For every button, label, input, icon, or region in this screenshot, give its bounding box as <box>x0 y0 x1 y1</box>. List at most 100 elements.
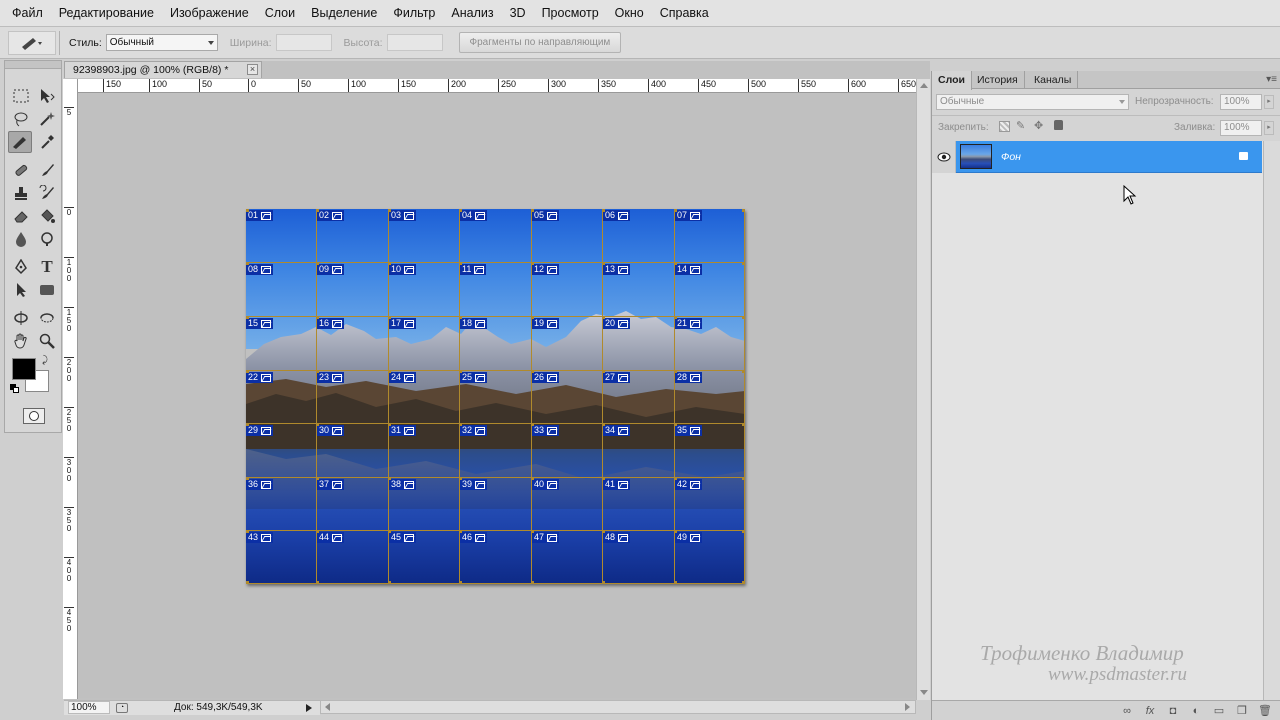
scroll-right-icon[interactable] <box>905 703 910 711</box>
ruler-tick-label: 300 <box>548 79 566 92</box>
horizontal-ruler[interactable]: 150 100 50 0 50 100 150 200 250 300 350 400 450 500 55… <box>78 79 916 93</box>
status-info-icon[interactable]: ◔ <box>116 703 128 713</box>
menu-item-4[interactable]: Выделение <box>303 6 385 20</box>
menu-item-2[interactable]: Изображение <box>162 6 257 20</box>
toolbox-grip[interactable] <box>5 61 61 69</box>
magic-wand-icon[interactable] <box>35 108 59 130</box>
link-layers-icon[interactable]: ∞ <box>1119 705 1135 717</box>
document-image[interactable]: 01 02 03 04 05 06 07 08 09 10 11 12 13 14 15 16 17 18 19 20… <box>246 209 745 584</box>
path-selection-icon[interactable] <box>9 279 33 301</box>
menu-item-1[interactable]: Редактирование <box>51 6 162 20</box>
ruler-tick-label: 150 <box>398 79 416 92</box>
slice-handle <box>388 423 391 426</box>
slice-handle <box>531 530 534 533</box>
slice-handle <box>316 316 319 319</box>
opacity-arrow-icon[interactable]: ▸ <box>1264 95 1274 109</box>
menu-item-9[interactable]: Окно <box>607 6 652 20</box>
paint-bucket-icon[interactable] <box>35 205 59 227</box>
slice-handle <box>602 477 605 480</box>
new-layer-icon[interactable]: ❐ <box>1234 704 1250 717</box>
vertical-scrollbar[interactable] <box>916 79 930 700</box>
menu-item-7[interactable]: 3D <box>502 6 534 20</box>
menu-item-0[interactable]: Файл <box>4 6 51 20</box>
history-brush-icon[interactable] <box>35 182 59 204</box>
layer-name: Фон <box>1001 151 1021 163</box>
tab-channels[interactable]: Каналы <box>1028 71 1079 89</box>
slice-handle <box>742 370 745 373</box>
dodge-tool-icon[interactable] <box>35 228 59 250</box>
toolbox: T ⤸ <box>4 60 62 433</box>
pen-tool-icon[interactable] <box>9 256 33 278</box>
move-tool-icon[interactable] <box>35 85 59 107</box>
slice-handle <box>674 262 677 265</box>
zoom-level[interactable]: 100% <box>68 701 110 714</box>
eraser-icon[interactable] <box>9 205 33 227</box>
healing-brush-icon[interactable] <box>9 159 33 181</box>
menu-item-3[interactable]: Слои <box>257 6 303 20</box>
vertical-ruler[interactable]: 5 0 1 0 0 1 5 0 2 0 0 2 5 0 3 0 0 3 5 0 4 0 0 4 5… <box>63 79 78 699</box>
panel-scrollbar[interactable] <box>1263 141 1280 701</box>
status-bar: 100% ◔ Док: 549,3K/549,3K <box>64 700 320 715</box>
delete-layer-icon[interactable]: 🗑 <box>1257 704 1273 717</box>
lock-position-icon[interactable]: ✥ <box>1034 119 1043 132</box>
marquee-tool-icon[interactable] <box>9 85 33 107</box>
style-select[interactable]: Обычный <box>105 34 218 51</box>
panel-menu-icon[interactable]: ▾≡ <box>1266 74 1277 85</box>
slice-grid: 01 02 03 04 05 06 07 08 09 10 11 12 13 14 15 16 17 18 19 20… <box>246 209 745 584</box>
close-document-icon[interactable]: × <box>247 64 258 75</box>
lock-transparent-icon[interactable] <box>999 121 1010 132</box>
menu-item-6[interactable]: Анализ <box>443 6 501 20</box>
brush-tool-icon[interactable] <box>35 159 59 181</box>
slice-handle <box>459 477 462 480</box>
fill-arrow-icon[interactable]: ▸ <box>1264 121 1274 135</box>
lasso-tool-icon[interactable] <box>9 108 33 130</box>
menu-item-10[interactable]: Справка <box>652 6 717 20</box>
slice-handle <box>602 209 605 212</box>
new-group-icon[interactable]: ▭ <box>1211 704 1227 717</box>
clone-stamp-icon[interactable] <box>9 182 33 204</box>
layer-mask-icon[interactable]: ◘ <box>1165 705 1181 717</box>
eyedropper-icon[interactable] <box>35 131 59 153</box>
lock-all-icon[interactable] <box>1054 120 1063 130</box>
default-colors-icon[interactable] <box>10 384 20 393</box>
menu-item-8[interactable]: Просмотр <box>534 6 607 20</box>
layer-style-icon[interactable]: fx <box>1142 705 1158 717</box>
document-tab[interactable]: 92398903.jpg @ 100% (RGB/8) * × <box>64 61 262 78</box>
adjustment-layer-icon[interactable]: ◐ <box>1188 705 1204 717</box>
type-tool-icon[interactable]: T <box>35 256 59 278</box>
slice-handle <box>531 370 534 373</box>
3d-rotate-icon[interactable] <box>9 307 33 329</box>
tab-history[interactable]: История <box>971 71 1025 89</box>
fill-input[interactable]: 100% <box>1220 120 1262 136</box>
quick-mask-icon[interactable] <box>23 408 45 424</box>
slices-from-guides-button[interactable]: Фрагменты по направляющим <box>458 32 622 53</box>
hand-tool-icon[interactable] <box>9 330 33 352</box>
menu-item-5[interactable]: Фильтр <box>385 6 443 20</box>
opacity-input[interactable]: 100% <box>1220 94 1262 110</box>
status-menu-icon[interactable] <box>306 704 312 712</box>
blur-tool-icon[interactable] <box>9 228 33 250</box>
lock-pixels-icon[interactable]: ✎ <box>1016 119 1025 132</box>
options-bar: Стиль: Обычный Ширина: Высота: Фрагменты… <box>0 27 1280 59</box>
blend-mode-select[interactable]: Обычные <box>936 94 1129 110</box>
scroll-up-icon[interactable] <box>920 83 928 88</box>
layer-visibility-toggle[interactable] <box>932 141 956 173</box>
slice-handle <box>602 530 605 533</box>
slice-handle <box>602 370 605 373</box>
tool-preset-picker[interactable] <box>8 30 56 55</box>
swap-colors-icon[interactable]: ⤸ <box>42 355 48 366</box>
rectangle-shape-icon[interactable] <box>35 279 59 301</box>
horizontal-scrollbar[interactable] <box>320 700 916 714</box>
zoom-tool-icon[interactable] <box>35 330 59 352</box>
width-input[interactable] <box>275 34 332 51</box>
ruler-tick-label: 550 <box>798 79 816 92</box>
ruler-tick-label: 200 <box>448 79 466 92</box>
scroll-down-icon[interactable] <box>920 690 928 695</box>
tab-layers[interactable]: Слои <box>932 71 972 90</box>
3d-orbit-icon[interactable] <box>35 307 59 329</box>
slice-handle <box>742 316 745 319</box>
height-input[interactable] <box>386 34 443 51</box>
layer-row-background[interactable]: Фон <box>932 141 1262 173</box>
scroll-left-icon[interactable] <box>325 703 330 711</box>
slice-tool-icon[interactable] <box>8 131 32 153</box>
